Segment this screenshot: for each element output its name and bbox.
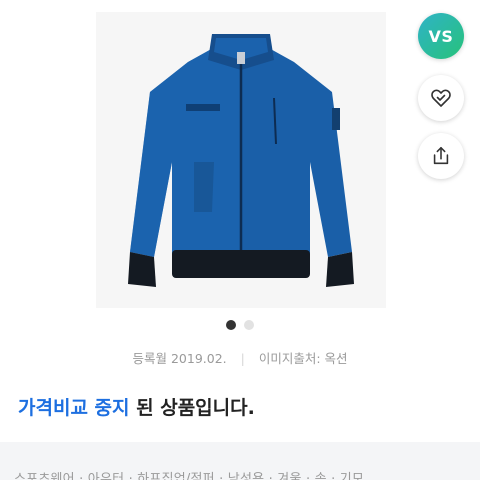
- pager-dot-2[interactable]: [244, 320, 254, 330]
- registered-date: 등록월 2019.02.: [132, 351, 227, 366]
- product-photo[interactable]: [96, 12, 386, 308]
- spec-band: 스포츠웨어 · 아우터 · 하프집업/점퍼 · 남성용 · 겨울 · 솜 · 기…: [0, 442, 480, 480]
- pager-dot-1[interactable]: [226, 320, 236, 330]
- vs-label: VS: [428, 26, 454, 46]
- meta-divider: |: [240, 351, 245, 366]
- heart-check-icon: [431, 89, 451, 107]
- comparison-status: 가격비교 중지 된 상품입니다.: [18, 393, 255, 420]
- product-image-area[interactable]: VS: [0, 0, 480, 312]
- image-source: 이미지출처: 옥션: [258, 351, 348, 366]
- status-highlight: 가격비교 중지: [18, 397, 130, 419]
- product-meta: 등록월 2019.02. | 이미지출처: 옥션: [0, 348, 480, 367]
- jacket-image: [96, 12, 386, 308]
- share-button[interactable]: [418, 133, 464, 179]
- vs-compare-button[interactable]: VS: [418, 13, 464, 59]
- share-icon: [433, 146, 449, 165]
- spec-summary: 스포츠웨어 · 아우터 · 하프집업/점퍼 · 남성용 · 겨울 · 솜 · 기…: [14, 472, 365, 480]
- gallery-pager: [0, 320, 480, 330]
- wishlist-button[interactable]: [418, 75, 464, 121]
- status-rest: 된 상품입니다.: [129, 397, 255, 419]
